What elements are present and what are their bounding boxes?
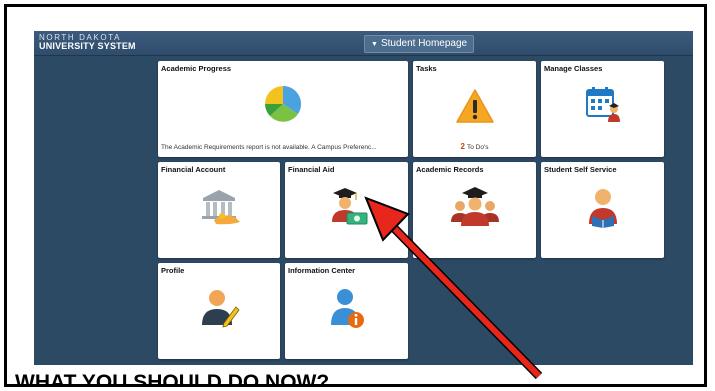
red-arrow-annotation (364, 196, 543, 380)
